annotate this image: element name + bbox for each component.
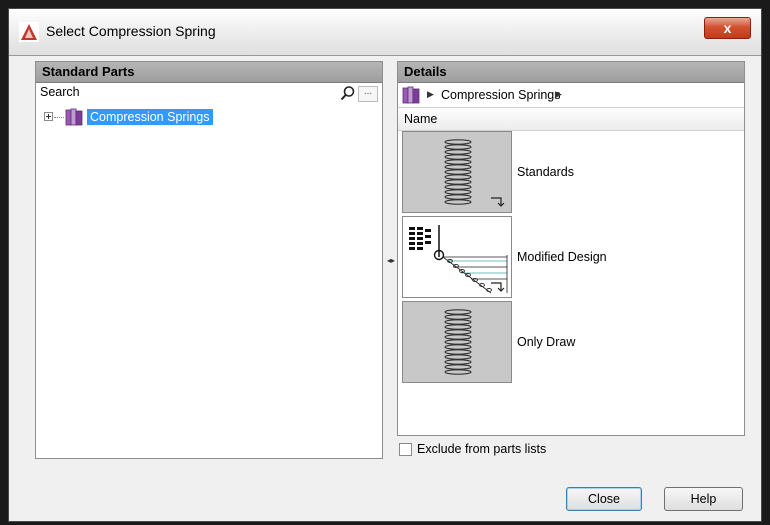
help-button[interactable]: Help: [664, 487, 743, 511]
details-list: Standards Modified Design Only Draw: [398, 131, 744, 435]
breadcrumb-item[interactable]: Compression Springs: [441, 88, 561, 102]
close-button[interactable]: Close: [566, 487, 642, 511]
search-icon[interactable]: [340, 85, 356, 101]
breadcrumb-arrow-icon[interactable]: ▶: [427, 89, 434, 100]
spring-draw-icon: [402, 301, 512, 383]
autocad-app-icon: [19, 22, 39, 42]
details-panel: Details ▶ Compression Springs ▶ Name Sta…: [397, 61, 745, 436]
window-title: Select Compression Spring: [46, 23, 216, 39]
list-item-standards[interactable]: Standards: [402, 131, 742, 215]
list-item-only-draw[interactable]: Only Draw: [402, 301, 742, 385]
list-item-label: Only Draw: [517, 335, 576, 349]
standard-parts-panel: Standard Parts Search ... Compression Sp…: [35, 61, 383, 459]
name-column-header[interactable]: Name: [398, 108, 744, 131]
search-options-button[interactable]: ...: [358, 86, 378, 102]
tree-connector: [54, 117, 64, 118]
breadcrumb-arrow-icon[interactable]: ▶: [555, 89, 562, 100]
spring-standard-icon: [402, 131, 512, 213]
list-item-modified-design[interactable]: Modified Design: [402, 216, 742, 300]
search-row: Search ...: [36, 83, 382, 103]
panel-splitter[interactable]: ◂▸: [384, 256, 398, 266]
title-bar[interactable]: Select Compression Spring x: [9, 9, 761, 56]
list-item-label: Modified Design: [517, 250, 607, 264]
window-close-button[interactable]: x: [704, 17, 751, 39]
standard-parts-header: Standard Parts: [36, 62, 382, 83]
tree-item-label: Compression Springs: [87, 109, 213, 125]
expand-icon[interactable]: [44, 112, 53, 121]
book-library-icon: [402, 86, 420, 104]
select-compression-spring-dialog: Select Compression Spring x Standard Par…: [8, 8, 762, 522]
book-library-icon: [65, 108, 83, 126]
search-label: Search: [40, 85, 80, 99]
tree-item-compression-springs[interactable]: Compression Springs: [44, 108, 244, 128]
exclude-label: Exclude from parts lists: [417, 442, 547, 456]
details-header: Details: [398, 62, 744, 83]
exclude-checkbox[interactable]: [399, 443, 412, 456]
list-item-label: Standards: [517, 165, 574, 179]
spring-design-diagram-icon: [402, 216, 512, 298]
breadcrumb: ▶ Compression Springs ▶: [398, 83, 744, 108]
